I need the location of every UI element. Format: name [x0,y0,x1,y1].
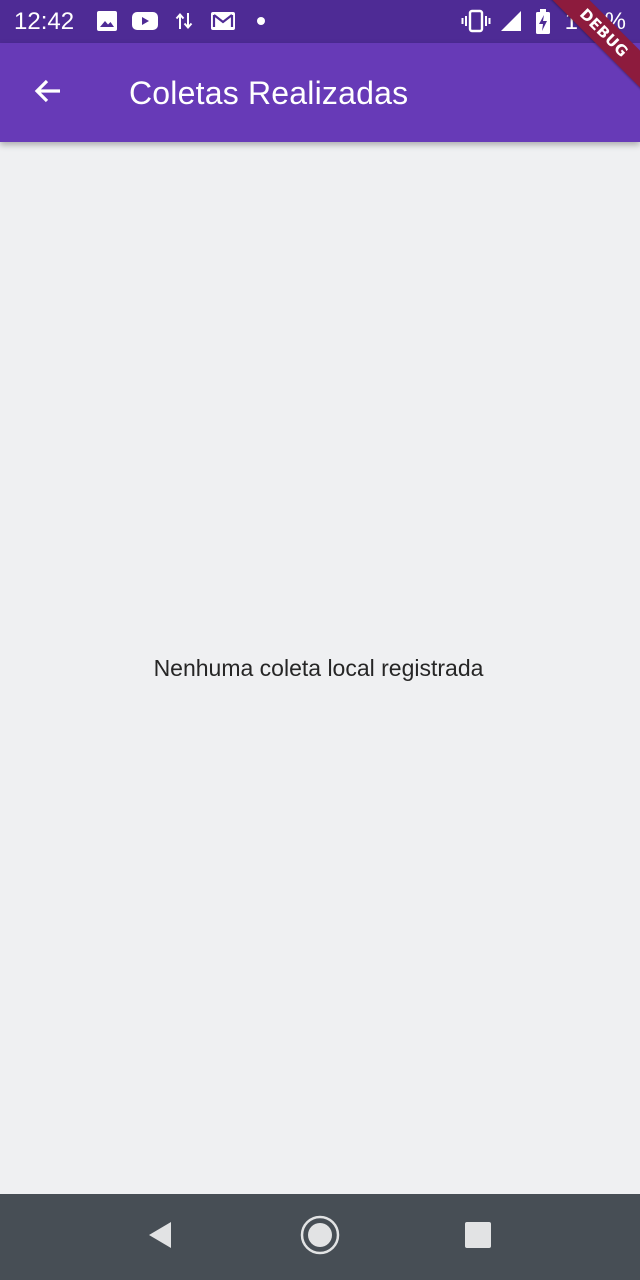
system-nav-bar [0,1194,640,1280]
home-circle-icon [299,1214,341,1261]
battery-charging-icon [535,9,551,34]
signal-icon [500,9,522,33]
page-title: Coletas Realizadas [129,75,409,111]
recents-square-icon [464,1221,492,1254]
screen: 12:42 DEBUG Coletas Realizadas Nenhuma c… [0,0,640,1280]
status-bar: 12:42 [0,0,640,43]
vibrate-icon [461,9,491,33]
nav-back-button[interactable] [130,1212,190,1262]
youtube-icon [131,9,159,33]
nav-home-button[interactable] [290,1212,350,1262]
app-bar: Coletas Realizadas [0,43,640,142]
data-transfer-icon [174,9,194,33]
arrow-back-icon [32,75,64,112]
nav-recents-button[interactable] [448,1212,508,1262]
status-time: 12:42 [14,8,75,35]
content-area: Nenhuma coleta local registrada [0,142,640,1194]
empty-state-message: Nenhuma coleta local registrada [153,655,484,681]
gmail-icon [210,9,236,33]
back-button[interactable] [18,64,78,122]
image-icon [96,9,118,33]
back-triangle-icon [146,1219,174,1256]
notification-dot-icon [255,9,267,33]
